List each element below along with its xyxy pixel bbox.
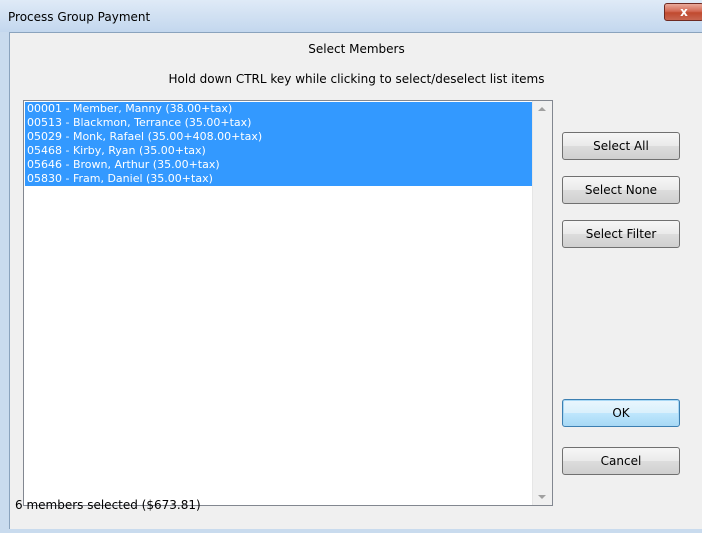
scroll-up-arrow-icon[interactable] [538, 107, 546, 111]
select-all-button[interactable]: Select All [562, 132, 680, 160]
selection-summary: 6 members selected ($673.81) [15, 498, 201, 512]
dialog-heading: Select Members [308, 42, 405, 56]
window-title: Process Group Payment [8, 10, 151, 24]
vertical-scrollbar[interactable] [532, 101, 552, 505]
select-none-button[interactable]: Select None [562, 176, 680, 204]
list-item[interactable]: 05468 - Kirby, Ryan (35.00+tax) [25, 144, 534, 158]
list-item[interactable]: 00513 - Blackmon, Terrance (35.00+tax) [25, 116, 534, 130]
dialog-body: Select Members Hold down CTRL key while … [9, 32, 702, 529]
scroll-down-arrow-icon[interactable] [538, 495, 546, 499]
close-icon: x [680, 5, 688, 19]
instruction-text: Hold down CTRL key while clicking to sel… [168, 72, 545, 86]
dialog-window: Process Group Payment x Select Members H… [0, 0, 702, 533]
close-button[interactable]: x [664, 3, 702, 21]
list-item[interactable]: 05830 - Fram, Daniel (35.00+tax) [25, 172, 534, 186]
member-list: 00001 - Member, Manny (38.00+tax) 00513 … [25, 102, 534, 186]
member-listbox[interactable]: 00001 - Member, Manny (38.00+tax) 00513 … [23, 100, 553, 506]
list-item[interactable]: 05646 - Brown, Arthur (35.00+tax) [25, 158, 534, 172]
ok-button[interactable]: OK [562, 399, 680, 427]
list-item[interactable]: 00001 - Member, Manny (38.00+tax) [25, 102, 534, 116]
select-filter-button[interactable]: Select Filter [562, 220, 680, 248]
list-item[interactable]: 05029 - Monk, Rafael (35.00+408.00+tax) [25, 130, 534, 144]
cancel-button[interactable]: Cancel [562, 447, 680, 475]
title-bar[interactable]: Process Group Payment x [0, 0, 702, 32]
